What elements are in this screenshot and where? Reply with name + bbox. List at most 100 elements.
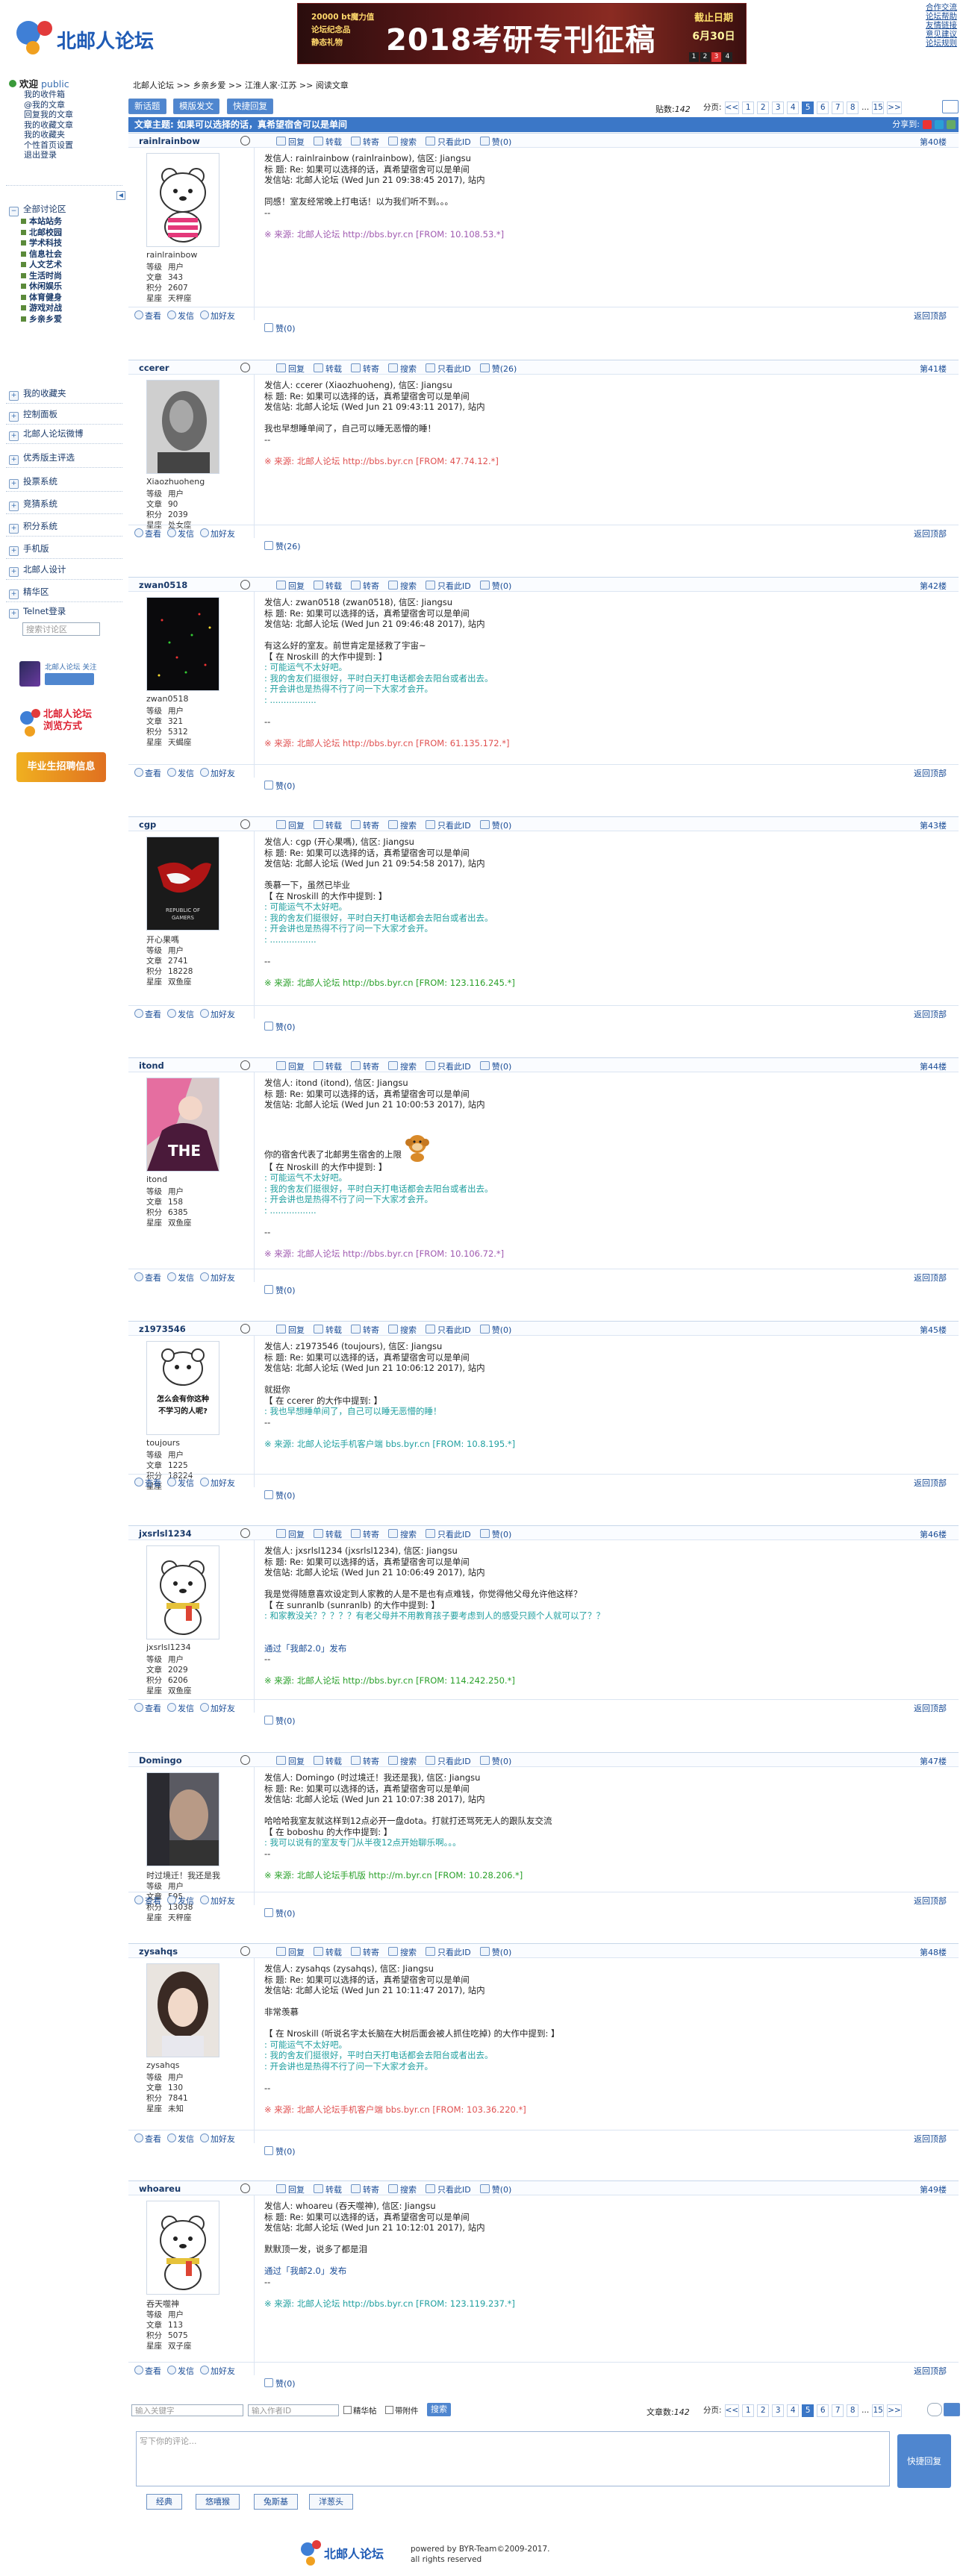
repost-button[interactable]: 转载 xyxy=(314,1062,342,1072)
post-source[interactable]: ※ 来源: 北邮人论坛 http://bbs.byr.cn [FROM: 10.… xyxy=(264,1248,936,1260)
post-username[interactable]: ccerer xyxy=(139,363,169,373)
username[interactable]: public xyxy=(41,78,69,90)
back-to-top-link[interactable]: 返回顶部 xyxy=(914,1702,947,1714)
post-username[interactable]: rainlrainbow xyxy=(139,136,200,146)
attach-checkbox[interactable]: 带附件 xyxy=(385,2405,419,2416)
pager-item[interactable]: 1 xyxy=(742,101,755,114)
user-avatar[interactable] xyxy=(146,1545,219,1639)
user-avatar[interactable] xyxy=(146,1772,219,1866)
view-profile-button[interactable]: 查看 xyxy=(134,769,161,778)
view-profile-button[interactable]: 查看 xyxy=(134,1704,161,1713)
back-to-top-link[interactable]: 返回顶部 xyxy=(914,767,947,779)
side-menu-item[interactable]: + Telnet登录 xyxy=(9,603,66,619)
forward-button[interactable]: 转寄 xyxy=(351,1530,379,1539)
like-button[interactable]: 赞(0) xyxy=(480,2185,512,2195)
only-this-id-button[interactable]: 只看此ID xyxy=(426,364,471,374)
send-message-button[interactable]: 发信 xyxy=(167,1273,194,1283)
reply-textarea[interactable]: 写下你的评论... xyxy=(136,2431,890,2486)
like-button[interactable]: 赞(0) xyxy=(480,1530,512,1539)
forward-button[interactable]: 转寄 xyxy=(351,821,379,831)
search-button[interactable]: 搜索 xyxy=(388,821,417,831)
user-menu-item[interactable]: 我的收藏夹 xyxy=(24,130,65,140)
like-button[interactable]: 赞(0) xyxy=(480,821,512,831)
like-count[interactable]: 赞(0) xyxy=(264,2145,296,2157)
repost-button[interactable]: 转载 xyxy=(314,581,342,591)
view-profile-button[interactable]: 查看 xyxy=(134,529,161,539)
pager-item[interactable]: 7 xyxy=(832,2404,844,2417)
pager-item[interactable]: 2 xyxy=(757,101,770,114)
search-button[interactable]: 搜索 xyxy=(388,2185,417,2195)
reply-button[interactable]: 回复 xyxy=(276,2185,305,2195)
quick-reply-submit[interactable]: 快捷回复 xyxy=(897,2434,951,2488)
post-floor[interactable]: 第45楼 xyxy=(920,1324,947,1336)
post-username[interactable]: whoareu xyxy=(139,2183,181,2194)
back-to-top-link[interactable]: 返回顶部 xyxy=(914,1272,947,1284)
search-button[interactable]: 搜索 xyxy=(388,137,417,147)
pager-go-button[interactable] xyxy=(942,100,959,113)
user-menu-item[interactable]: @我的文章 xyxy=(24,100,65,110)
add-friend-button[interactable]: 加好友 xyxy=(200,1010,235,1019)
banner-dot[interactable]: 2 xyxy=(700,52,710,62)
send-message-button[interactable]: 发信 xyxy=(167,529,194,539)
share-more-icon[interactable] xyxy=(947,120,956,129)
site-logo[interactable]: 北邮人论坛 xyxy=(13,13,155,60)
pager-item[interactable]: 6 xyxy=(817,101,829,114)
add-friend-button[interactable]: 加好友 xyxy=(200,1704,235,1713)
post-username[interactable]: jxsrlsl1234 xyxy=(139,1528,192,1539)
view-profile-button[interactable]: 查看 xyxy=(134,2366,161,2376)
post-floor[interactable]: 第48楼 xyxy=(920,1946,947,1958)
pager-item[interactable]: 3 xyxy=(772,2404,785,2417)
pager-item[interactable]: 8 xyxy=(847,101,859,114)
add-friend-button[interactable]: 加好友 xyxy=(200,769,235,778)
post-source[interactable]: ※ 来源: 北邮人论坛 http://bbs.byr.cn [FROM: 123… xyxy=(264,2298,936,2310)
board-item[interactable]: 学术科技 xyxy=(21,238,62,248)
pager-item[interactable]: 6 xyxy=(817,2404,829,2417)
repost-button[interactable]: 转载 xyxy=(314,1325,342,1335)
top-link-feedback[interactable]: 意见建议 xyxy=(926,30,966,39)
forum-all-header[interactable]: − 全部讨论区 xyxy=(9,203,66,216)
like-count[interactable]: 赞(0) xyxy=(264,2378,296,2389)
side-menu-item[interactable]: + 我的收藏夹 xyxy=(9,385,66,401)
forward-button[interactable]: 转寄 xyxy=(351,1062,379,1072)
add-friend-button[interactable]: 加好友 xyxy=(200,529,235,539)
board-item[interactable]: 游戏对战 xyxy=(21,303,62,313)
top-link-friends[interactable]: 友情链接 xyxy=(926,21,966,30)
post-floor[interactable]: 第40楼 xyxy=(920,136,947,148)
send-message-button[interactable]: 发信 xyxy=(167,2134,194,2144)
user-avatar[interactable] xyxy=(146,380,219,474)
add-friend-button[interactable]: 加好友 xyxy=(200,2134,235,2144)
quick-reply-button[interactable]: 快捷回复 xyxy=(227,99,273,114)
user-avatar[interactable]: REPUBLIC OF GAMERS xyxy=(146,837,219,931)
pager-item[interactable]: 5 xyxy=(802,2404,814,2417)
board-item[interactable]: 生活时尚 xyxy=(21,271,62,281)
post-source[interactable]: ※ 来源: 北邮人论坛手机版 http://m.byr.cn [FROM: 10… xyxy=(264,1870,936,1881)
pager-item[interactable]: >> xyxy=(887,2404,902,2417)
side-menu-item[interactable]: + 北邮人设计 xyxy=(9,561,66,578)
user-avatar[interactable] xyxy=(146,597,219,691)
back-to-top-link[interactable]: 返回顶部 xyxy=(914,2133,947,2145)
promo-browse[interactable]: 北邮人论坛 浏览方式 xyxy=(16,704,106,743)
banner-dot[interactable]: 4 xyxy=(723,52,732,62)
search-button[interactable]: 搜索 xyxy=(388,1325,417,1335)
user-avatar[interactable] xyxy=(146,1963,219,2057)
side-menu-item[interactable]: + 优秀版主评选 xyxy=(9,449,75,466)
side-menu-item[interactable]: + 手机版 xyxy=(9,540,49,557)
only-this-id-button[interactable]: 只看此ID xyxy=(426,1325,471,1335)
like-button[interactable]: 赞(0) xyxy=(480,1062,512,1072)
client-link[interactable]: 通过「我邮2.0」发布 xyxy=(264,2266,936,2277)
pager-item[interactable]: >> xyxy=(887,101,902,114)
client-link[interactable]: 通过「我邮2.0」发布 xyxy=(264,1643,936,1654)
forward-button[interactable]: 转寄 xyxy=(351,364,379,374)
like-count[interactable]: 赞(26) xyxy=(264,540,301,552)
user-menu-item[interactable]: 我的收藏文章 xyxy=(24,120,73,131)
forward-button[interactable]: 转寄 xyxy=(351,1325,379,1335)
like-button[interactable]: 赞(0) xyxy=(480,137,512,147)
skin-tusiji[interactable]: 兔斯基 xyxy=(254,2494,298,2510)
search-button[interactable]: 搜索 xyxy=(388,364,417,374)
like-count[interactable]: 赞(0) xyxy=(264,1021,296,1033)
back-to-top-link[interactable]: 返回顶部 xyxy=(914,1008,947,1020)
search-button[interactable]: 搜索 xyxy=(427,2403,451,2416)
repost-button[interactable]: 转载 xyxy=(314,1948,342,1957)
back-to-top-link[interactable]: 返回顶部 xyxy=(914,2365,947,2377)
send-message-button[interactable]: 发信 xyxy=(167,2366,194,2376)
